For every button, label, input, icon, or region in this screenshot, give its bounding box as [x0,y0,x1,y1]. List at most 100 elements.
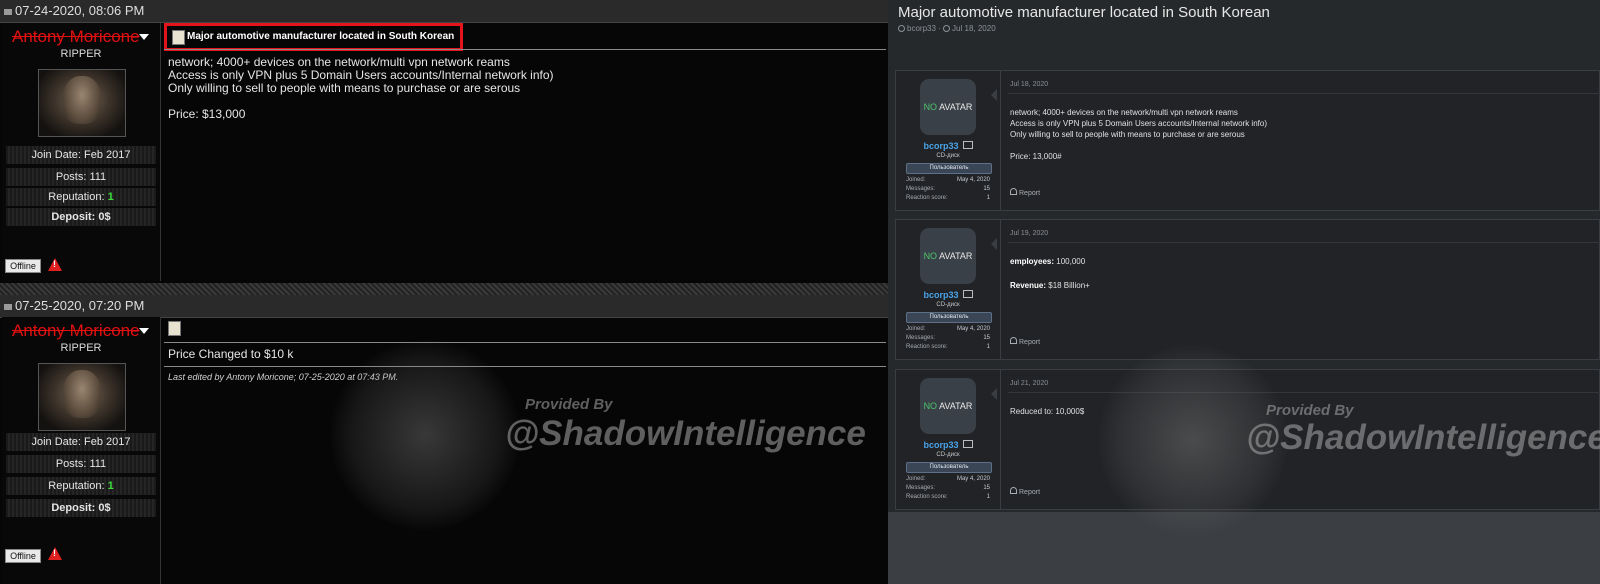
deposit: Deposit: 0$ [6,499,156,517]
divider [1008,93,1600,94]
reaction-value: 1 [986,195,990,201]
messages-label: Messages: [906,186,936,192]
messages-row: Messages: 15 [906,185,990,194]
message-user-cell: NO AVATAR bcorp33 CD-диск Пользователь J… [896,71,1001,210]
post-count: Posts: 111 [6,455,156,473]
revenue-line: Revenue: $18 Billion+ [1010,280,1090,291]
messages-value: 15 [983,335,990,341]
joined-value: May 4, 2020 [956,177,990,183]
report-label[interactable]: Report [1019,190,1040,197]
thread-meta: bcorp33 · Jul 18, 2020 [898,24,996,33]
reaction-label: Reaction score: [906,494,948,500]
post-title: Major automotive manufacturer located in… [187,31,455,42]
username-link[interactable]: Antony Moricone [12,27,140,47]
reaction-row: Reaction score: 1 [906,343,990,352]
messages-value: 15 [983,186,990,192]
warning-icon[interactable] [48,547,62,560]
username-link[interactable]: bcorp33 [896,290,1000,300]
post-separator [0,283,888,295]
user-menu-caret-icon[interactable] [139,34,149,40]
avatar-text: AVATAR [939,102,973,112]
joined-row: Joined: May 4, 2020 [906,475,990,484]
joined-row: Joined: May 4, 2020 [906,176,990,185]
avatar[interactable]: NO AVATAR [920,79,976,135]
avatar-no-text: NO [923,251,938,261]
right-forum-panel: Major automotive manufacturer located in… [888,0,1600,584]
username-link[interactable]: bcorp33 [896,440,1000,450]
joined-value: May 4, 2020 [956,326,990,332]
message-arrow [991,388,997,400]
username-link[interactable]: Antony Moricone [12,321,140,341]
user-rank: RIPPER [60,342,102,354]
avatar-no-text: NO [923,102,938,112]
revenue-label: Revenue: [1010,281,1047,290]
thread-date[interactable]: Jul 18, 2020 [952,24,996,33]
username[interactable]: bcorp33 [923,141,958,151]
avatar-text: AVATAR [939,251,973,261]
message-icon[interactable] [962,290,973,298]
post-title-highlight: Major automotive manufacturer located in… [164,23,464,51]
divider [164,366,886,367]
avatar[interactable]: NO AVATAR [920,228,976,284]
post-date[interactable]: Jul 18, 2020 [1010,81,1048,88]
status-badge: Offline [5,259,41,273]
report-label[interactable]: Report [1019,489,1040,496]
clock-icon [943,25,951,32]
divider [164,49,886,50]
avatar[interactable] [38,69,126,137]
divider [1008,242,1600,243]
thread-author[interactable]: bcorp33 [907,24,936,33]
document-icon [168,321,181,336]
post-body: network; 4000+ devices on the network/mu… [1010,108,1267,161]
messages-label: Messages: [906,335,936,341]
user-menu-caret-icon[interactable] [139,328,149,334]
username[interactable]: bcorp33 [923,440,958,450]
report-link[interactable]: Report [1010,188,1040,197]
post-date[interactable]: Jul 21, 2020 [1010,380,1048,387]
reaction-row: Reaction score: 1 [906,194,990,203]
message-icon[interactable] [962,141,973,149]
reputation-label: Reputation: [48,191,108,203]
user-group-badge: Пользователь [906,462,992,473]
joined-label: Joined: [906,177,926,183]
messages-row: Messages: 15 [906,484,990,493]
user-info-column: Antony Moricone RIPPER Join Date: Feb 20… [2,317,161,584]
avatar-no-text: NO [923,401,938,411]
joined-value: May 4, 2020 [956,476,990,482]
watermark-line2: @ShadowIntelligence [505,414,866,453]
thread-title: Major automotive manufacturer located in… [898,4,1270,21]
avatar-text: AVATAR [939,401,973,411]
report-link[interactable]: Report [1010,487,1040,496]
reputation-label: Reputation: [48,480,108,492]
reputation-value: 1 [107,480,114,492]
join-date: Join Date: Feb 2017 [6,433,156,451]
divider [164,342,886,343]
message-icon[interactable] [962,440,973,448]
user-title: CD-диск [936,452,960,458]
report-label[interactable]: Report [1019,339,1040,346]
user-info-column: Antony Moricone RIPPER Join Date: Feb 20… [2,23,161,281]
avatar[interactable]: NO AVATAR [920,378,976,434]
status-badge: Offline [5,549,41,563]
reaction-label: Reaction score: [906,344,948,350]
footer-area [888,512,1600,584]
post-icon [4,303,12,310]
username-link[interactable]: bcorp33 [896,141,1000,151]
post-body: network; 4000+ devices on the network/mu… [168,55,554,121]
joined-label: Joined: [906,476,926,482]
username[interactable]: bcorp33 [923,290,958,300]
employees-value: 100,000 [1054,257,1086,266]
post-body: Reduced to: 10,000$ [1010,407,1085,416]
warning-icon[interactable] [48,258,62,271]
report-icon [1010,188,1017,195]
post-icon [4,8,12,15]
deposit: Deposit: 0$ [6,208,156,226]
document-icon [172,30,185,45]
user-group-badge: Пользователь [906,163,992,174]
watermark-logo [330,340,520,530]
avatar[interactable] [38,363,126,431]
report-link[interactable]: Report [1010,337,1040,346]
post-date[interactable]: Jul 19, 2020 [1010,230,1048,237]
user-title: CD-диск [936,153,960,159]
post-date: 07-25-2020, 07:20 PM [15,298,145,313]
